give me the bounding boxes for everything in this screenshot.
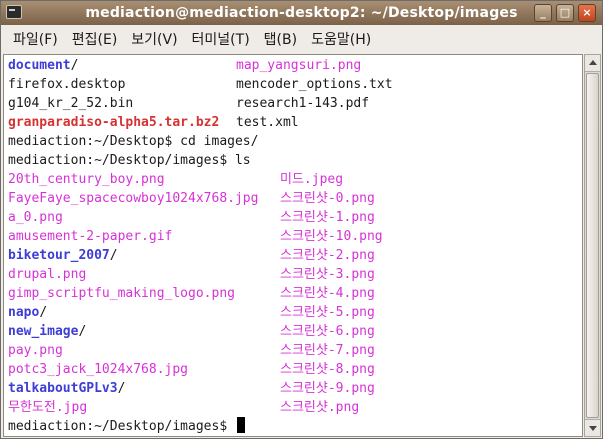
dir-slash: / — [78, 324, 87, 339]
terminal-entry: FayeFaye_spacecowboy1024x768.jpg — [8, 191, 259, 206]
terminal-entry: mediaction:~/Desktop/images$ — [8, 419, 235, 434]
terminal-entry: 스크린샷-6.png — [280, 324, 375, 339]
vertical-scrollbar[interactable] — [584, 54, 601, 437]
scroll-down-arrow-icon[interactable] — [585, 419, 600, 436]
terminal-line: document/ — [8, 56, 78, 75]
terminal-line: mediaction:~/Desktop$ cd images/ — [8, 132, 258, 151]
terminal-line: g104_kr_2_52.bin — [8, 94, 133, 113]
menu-bar: 파일(F) 편집(E) 보기(V) 터미널(T) 탭(B) 도움말(H) — [1, 25, 602, 53]
title-bar[interactable]: mediaction@mediaction-desktop2: ~/Deskto… — [1, 1, 602, 25]
terminal-entry: test.xml — [236, 115, 299, 130]
dir-slash: / — [70, 58, 79, 73]
terminal-line: talkaboutGPLv3/ — [8, 379, 125, 398]
dir-slash: / — [39, 305, 48, 320]
terminal-entry: pay.png — [8, 343, 63, 358]
terminal-line: gimp_scriptfu_making_logo.png — [8, 284, 235, 303]
terminal-entry: 미드.jpeg — [280, 172, 344, 187]
menu-view[interactable]: 보기(V) — [124, 29, 184, 49]
terminal-entry: potc3_jack_1024x768.jpg — [8, 362, 189, 377]
terminal-line: new_image/ — [8, 322, 86, 341]
terminal-line: mediaction:~/Desktop/images$ ls — [8, 151, 251, 170]
terminal-entry: napo — [8, 305, 40, 320]
terminal-entry: mencoder_options.txt — [236, 77, 393, 92]
terminal-entry: g104_kr_2_52.bin — [8, 96, 134, 111]
terminal-entry: granparadiso-alpha5.tar.bz2 — [8, 115, 220, 130]
terminal-line: amusement-2-paper.gif — [8, 227, 172, 246]
terminal-entry: 스크린샷-7.png — [280, 343, 375, 358]
dir-slash: / — [117, 381, 126, 396]
terminal-entry: 20th_century_boy.png — [8, 172, 165, 187]
terminal-line: napo/ — [8, 303, 47, 322]
terminal-entry: 스크린샷-8.png — [280, 362, 375, 377]
terminal-entry: 스크린샷-0.png — [280, 191, 375, 206]
terminal-entry: 스크린샷-2.png — [280, 248, 375, 263]
terminal-line: biketour_2007/ — [8, 246, 118, 265]
terminal-entry: biketour_2007 — [8, 248, 110, 263]
scroll-up-arrow-icon[interactable] — [585, 55, 600, 72]
terminal-entry: 스크린샷-5.png — [280, 305, 375, 320]
terminal-entry: mediaction:~/Desktop$ cd images/ — [8, 134, 259, 149]
terminal-entry: 스크린샷-4.png — [280, 286, 375, 301]
menu-edit[interactable]: 편집(E) — [65, 29, 125, 49]
menu-tabs[interactable]: 탭(B) — [257, 29, 304, 49]
terminal-window: mediaction@mediaction-desktop2: ~/Deskto… — [0, 0, 603, 439]
terminal-line: 20th_century_boy.png — [8, 170, 165, 189]
terminal-entry: 스크린샷-1.png — [280, 210, 375, 225]
terminal-line: a_0.png — [8, 208, 63, 227]
close-button[interactable]: × — [578, 4, 596, 22]
window-controls: _ □ × — [534, 4, 596, 22]
terminal-entry: mediaction:~/Desktop/images$ ls — [8, 153, 251, 168]
terminal-output[interactable]: document/map_yangsuri.png firefox.desktop… — [3, 54, 583, 437]
minimize-button[interactable]: _ — [534, 4, 552, 22]
terminal-entry: research1-143.pdf — [236, 96, 370, 111]
menu-file[interactable]: 파일(F) — [1, 29, 65, 49]
maximize-button[interactable]: □ — [556, 4, 574, 22]
menu-terminal[interactable]: 터미널(T) — [185, 29, 257, 49]
terminal-line: 무한도전.jpg — [8, 398, 87, 417]
terminal-entry: talkaboutGPLv3 — [8, 381, 118, 396]
terminal-entry: new_image — [8, 324, 79, 339]
terminal-entry: 스크린샷-10.png — [280, 229, 383, 244]
terminal-entry: map_yangsuri.png — [236, 58, 362, 73]
terminal-line: pay.png — [8, 341, 63, 360]
terminal-entry: document — [8, 58, 71, 73]
terminal-entry: a_0.png — [8, 210, 63, 225]
menu-help[interactable]: 도움말(H) — [304, 29, 378, 49]
terminal-entry: 스크린샷.png — [280, 400, 360, 415]
terminal-line: granparadiso-alpha5.tar.bz2 — [8, 113, 219, 132]
terminal-line: mediaction:~/Desktop/images$ — [8, 417, 245, 436]
terminal-entry: amusement-2-paper.gif — [8, 229, 173, 244]
terminal-line: drupal.png — [8, 265, 86, 284]
terminal-cursor — [236, 417, 245, 433]
terminal-entry: gimp_scriptfu_making_logo.png — [8, 286, 235, 301]
scrollbar-thumb[interactable] — [586, 73, 599, 418]
terminal-entry: 스크린샷-9.png — [280, 381, 375, 396]
dir-slash: / — [109, 248, 118, 263]
terminal-entry: drupal.png — [8, 267, 87, 282]
terminal-entry: 스크린샷-3.png — [280, 267, 375, 282]
terminal-entry: firefox.desktop — [8, 77, 126, 92]
terminal-line: firefox.desktop — [8, 75, 125, 94]
terminal-line: FayeFaye_spacecowboy1024x768.jpg — [8, 189, 258, 208]
terminal-line: potc3_jack_1024x768.jpg — [8, 360, 188, 379]
terminal-entry: 무한도전.jpg — [8, 400, 88, 415]
window-title: mediaction@mediaction-desktop2: ~/Deskto… — [85, 5, 518, 21]
